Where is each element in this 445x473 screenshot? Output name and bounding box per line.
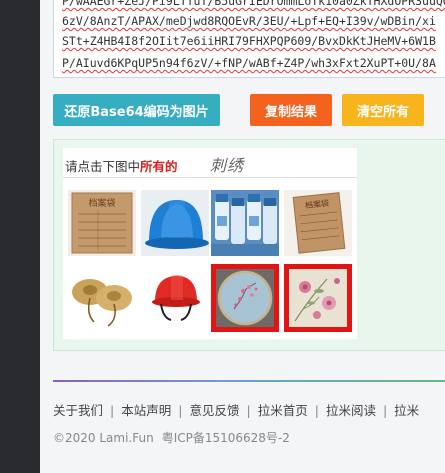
encoded-line-4: P/AIuvd6KPqUP5n94f6zV/+fNP/wABf+Z4P/wh3x…	[62, 56, 436, 70]
captcha-tile-red-hard-hat[interactable]	[141, 264, 209, 330]
captcha-prompt-highlight: 所有的	[140, 159, 178, 174]
encoded-line-2: 6zV/8AnzT/APAX/meDjwd8RQOEvR/3EU/+Lpf+EQ…	[62, 14, 436, 28]
captcha-tile-medicine-vials[interactable]	[211, 190, 279, 256]
blue-hard-hat-icon	[141, 190, 209, 256]
encoded-line-3: STt+Z4HB4I8f2OIit7e6iiHRI79FHXPQP609/Bvx…	[62, 34, 436, 48]
footer-link-home[interactable]: 拉米首页	[258, 403, 308, 418]
archive-label-1: 档案袋	[88, 197, 115, 209]
footer-link-statement[interactable]: 本站声明	[121, 403, 171, 418]
footer-links: 关于我们 | 本站声明 | 意见反馈 | 拉米首页 | 拉米阅读 | 拉米	[53, 403, 420, 418]
captcha-prompt: 请点击下图中所有的	[65, 156, 178, 175]
decode-base64-button[interactable]: 还原Base64编码为图片	[53, 94, 220, 126]
cymbals-icon	[68, 264, 136, 330]
footer-link-about[interactable]: 关于我们	[53, 403, 103, 418]
archive-envelope-icon: 档案袋	[284, 190, 352, 256]
copyright-text: ©2020 Lami.Fun	[53, 431, 154, 445]
medicine-vials-icon	[211, 190, 279, 256]
icp-number[interactable]: 粤ICP备15106628号-2	[162, 431, 290, 445]
captcha-tile-archive-envelope-2[interactable]: 档案袋	[284, 190, 352, 256]
copy-result-button[interactable]: 复制结果	[250, 94, 332, 126]
encoded-line-1: P/wAAEGr+ZeJ/Pi9LTTuT/B5uGrIEDrOmmLoTk10…	[62, 0, 445, 8]
copyright: ©2020 Lami.Fun 粤ICP备15106628号-2	[53, 429, 290, 446]
captcha-target-word: 刺绣	[210, 156, 245, 175]
captcha-prompt-prefix: 请点击下图中	[65, 159, 141, 174]
captcha-header: 请点击下图中所有的 刺绣	[63, 148, 357, 178]
archive-envelope-icon: 档案袋	[68, 190, 136, 256]
captcha-tile-archive-envelope-1[interactable]: 档案袋	[68, 190, 136, 256]
base64-textarea[interactable]: P/wAAEGr+ZeJ/Pi9LTTuT/B5uGrIEDrOmmLoTk10…	[53, 0, 445, 78]
red-hard-hat-icon	[141, 264, 209, 330]
captcha-image[interactable]: 请点击下图中所有的 刺绣 档案袋 档案袋	[63, 148, 357, 339]
footer-link-reading[interactable]: 拉米阅读	[326, 403, 376, 418]
clear-all-button[interactable]: 清空所有	[342, 94, 424, 126]
captcha-tile-embroidery-flowers[interactable]	[284, 264, 352, 332]
captcha-tile-embroidery-hoop[interactable]	[211, 264, 279, 332]
footer-link-more[interactable]: 拉米	[394, 403, 419, 418]
footer-divider	[53, 380, 445, 382]
captcha-tile-blue-hard-hat[interactable]	[141, 190, 209, 256]
embroidery-hoop-icon	[216, 269, 274, 327]
embroidery-flowers-icon	[289, 269, 347, 327]
left-dark-sidebar	[0, 0, 40, 473]
footer-link-feedback[interactable]: 意见反馈	[189, 403, 239, 418]
captcha-tile-cymbals[interactable]	[68, 264, 136, 330]
